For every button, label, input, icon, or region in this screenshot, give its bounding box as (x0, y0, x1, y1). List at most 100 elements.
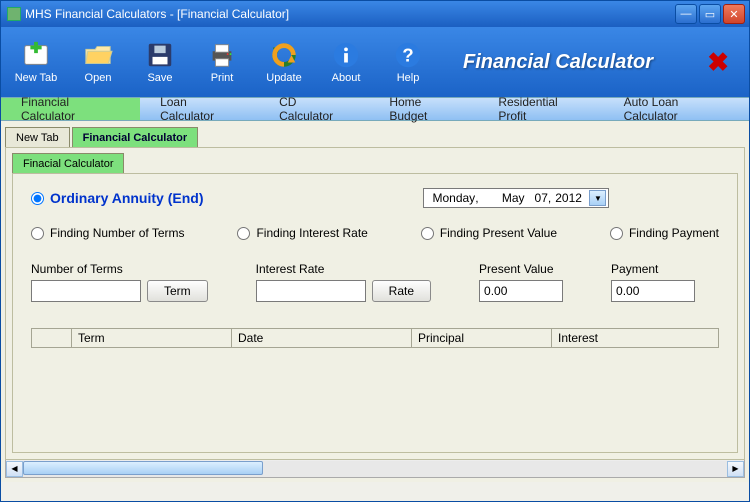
tab-residential-profit[interactable]: Residential Profit (478, 98, 603, 120)
module-tabs: Financial Calculator Loan Calculator CD … (1, 97, 749, 121)
update-button[interactable]: Update (257, 32, 311, 92)
document-area: New Tab Financial Calculator Finacial Ca… (1, 121, 749, 482)
mdi-close-button[interactable]: ✖ (707, 47, 729, 78)
term-button[interactable]: Term (147, 280, 208, 302)
find-options: Finding Number of Terms Finding Interest… (31, 226, 719, 240)
window-title: MHS Financial Calculators - [Financial C… (25, 7, 675, 21)
fields-row: Number of Terms Term Interest Rate Rate (31, 262, 719, 302)
tab-home-budget[interactable]: Home Budget (369, 98, 478, 120)
date-sep: , (475, 191, 482, 205)
tab-auto-loan[interactable]: Auto Loan Calculator (604, 98, 749, 120)
tab-financial-calculator[interactable]: Financial Calculator (1, 98, 140, 120)
horizontal-scrollbar[interactable]: ◀ ▶ (5, 460, 745, 478)
scroll-track[interactable] (23, 461, 727, 477)
field-label: Interest Rate (256, 262, 431, 276)
save-button[interactable]: Save (133, 32, 187, 92)
radio-input[interactable] (31, 227, 44, 240)
radio-label: Ordinary Annuity (End) (50, 190, 203, 206)
date-weekday: Monday (432, 191, 475, 205)
date-picker[interactable]: Monday , May 07, 2012 ▼ (423, 188, 609, 208)
open-button[interactable]: Open (71, 32, 125, 92)
group-payment: Payment (611, 262, 695, 302)
present-value-input[interactable] (479, 280, 563, 302)
date-year: 2012 (555, 191, 582, 205)
open-label: Open (85, 72, 112, 84)
radio-label: Finding Number of Terms (50, 226, 185, 240)
save-icon (145, 40, 175, 70)
document-tabs: New Tab Financial Calculator (5, 125, 745, 147)
update-label: Update (266, 72, 301, 84)
th-interest: Interest (552, 329, 718, 347)
radio-find-rate[interactable]: Finding Interest Rate (237, 226, 367, 240)
save-label: Save (147, 72, 172, 84)
print-button[interactable]: Print (195, 32, 249, 92)
doc-tab-newtab[interactable]: New Tab (5, 127, 70, 147)
new-tab-label: New Tab (15, 72, 58, 84)
radio-ordinary-annuity[interactable]: Ordinary Annuity (End) (31, 190, 203, 206)
interest-rate-input[interactable] (256, 280, 366, 302)
print-icon (207, 40, 237, 70)
sub-tab-financial-calculator[interactable]: Finacial Calculator (12, 153, 124, 173)
tab-label: Residential Profit (498, 95, 583, 123)
form-panel: Ordinary Annuity (End) Monday , May 07, … (12, 173, 738, 453)
new-tab-button[interactable]: New Tab (9, 32, 63, 92)
tab-label: Home Budget (389, 95, 458, 123)
help-label: Help (397, 72, 420, 84)
doc-tab-label: New Tab (16, 132, 59, 144)
update-icon (269, 40, 299, 70)
radio-input[interactable] (421, 227, 434, 240)
radio-find-payment[interactable]: Finding Payment (610, 226, 719, 240)
th-term: Term (72, 329, 232, 347)
close-button[interactable]: ✕ (723, 4, 745, 24)
tab-label: Auto Loan Calculator (624, 95, 729, 123)
new-tab-icon (21, 40, 51, 70)
help-button[interactable]: ? Help (381, 32, 435, 92)
th-date: Date (232, 329, 412, 347)
chevron-down-icon[interactable]: ▼ (589, 190, 606, 206)
group-interest-rate: Interest Rate Rate (256, 262, 431, 302)
main-toolbar: New Tab Open Save Print Update About ? H… (1, 27, 749, 97)
radio-input[interactable] (237, 227, 250, 240)
scroll-thumb[interactable] (23, 461, 263, 475)
folder-icon (83, 40, 113, 70)
group-present-value: Present Value (479, 262, 563, 302)
sub-tab-label: Finacial Calculator (23, 158, 113, 170)
tab-cd-calculator[interactable]: CD Calculator (259, 98, 369, 120)
help-icon: ? (393, 40, 423, 70)
title-bar: MHS Financial Calculators - [Financial C… (1, 1, 749, 27)
minimize-button[interactable]: — (675, 4, 697, 24)
radio-find-terms[interactable]: Finding Number of Terms (31, 226, 185, 240)
print-label: Print (211, 72, 234, 84)
about-icon (331, 40, 361, 70)
group-number-of-terms: Number of Terms Term (31, 262, 208, 302)
field-label: Number of Terms (31, 262, 208, 276)
field-label: Payment (611, 262, 695, 276)
field-label: Present Value (479, 262, 563, 276)
tab-loan-calculator[interactable]: Loan Calculator (140, 98, 259, 120)
result-table-header: Term Date Principal Interest (31, 328, 719, 348)
brand-title: Financial Calculator (443, 51, 699, 74)
number-of-terms-input[interactable] (31, 280, 141, 302)
scroll-right-icon[interactable]: ▶ (727, 461, 744, 477)
date-day: 07, (535, 191, 552, 205)
about-label: About (332, 72, 361, 84)
maximize-button[interactable]: ▭ (699, 4, 721, 24)
radio-input[interactable] (31, 192, 44, 205)
svg-text:?: ? (402, 45, 413, 66)
payment-input[interactable] (611, 280, 695, 302)
th-blank (32, 329, 72, 347)
radio-label: Finding Payment (629, 226, 719, 240)
radio-find-pv[interactable]: Finding Present Value (421, 226, 557, 240)
window-controls: — ▭ ✕ (675, 4, 745, 24)
rate-button[interactable]: Rate (372, 280, 431, 302)
doc-tab-financial-calculator[interactable]: Financial Calculator (72, 127, 199, 147)
radio-input[interactable] (610, 227, 623, 240)
tab-label: CD Calculator (279, 95, 349, 123)
sub-tabs: Finacial Calculator (12, 151, 738, 173)
sub-area: Finacial Calculator Ordinary Annuity (En… (5, 147, 745, 460)
radio-label: Finding Interest Rate (256, 226, 367, 240)
radio-label: Finding Present Value (440, 226, 557, 240)
scroll-left-icon[interactable]: ◀ (6, 461, 23, 477)
about-button[interactable]: About (319, 32, 373, 92)
tab-label: Loan Calculator (160, 95, 239, 123)
